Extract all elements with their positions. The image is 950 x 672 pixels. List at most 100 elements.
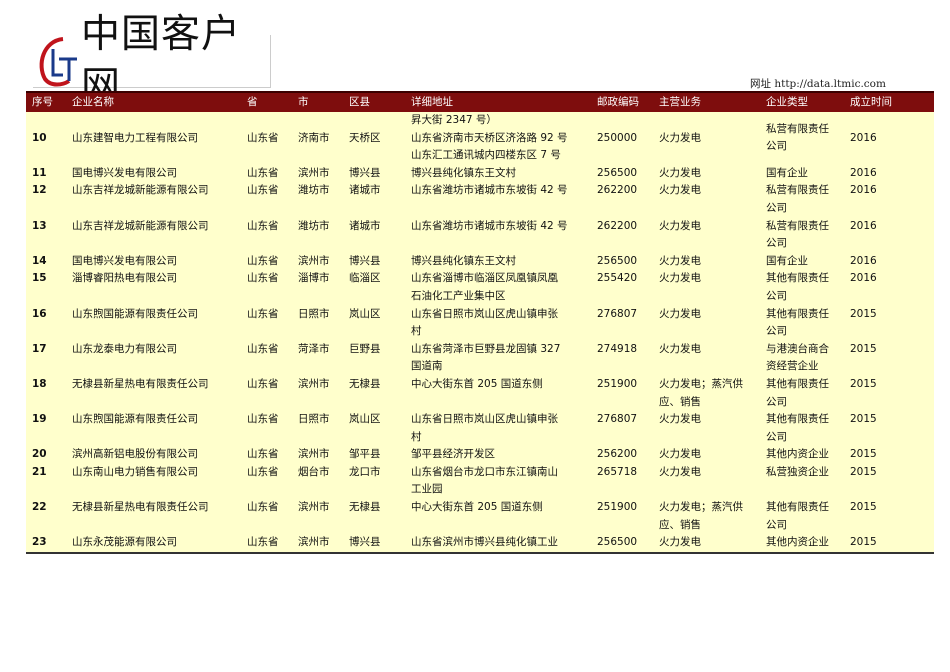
cell-city: 滨州市 [298, 536, 330, 549]
cell-county: 无棣县 [349, 501, 381, 514]
cell-type: 其他有限责任 公司 [766, 377, 829, 408]
cell-type: 私营有限责任 公司 [766, 122, 829, 153]
cell-zip: 265718 [597, 465, 638, 478]
column-header: 主营业务 [659, 95, 701, 108]
cell-county: 博兴县 [349, 536, 381, 549]
cell-county: 天桥区 [349, 131, 381, 144]
cell-biz: 火力发电 [659, 413, 701, 426]
website-url: 网址 http://data.ltmic.com [750, 78, 886, 90]
cell-year: 2016 [850, 166, 877, 179]
table-row: 11 国电博兴发电有限公司 山东省 滨州市 博兴县 博兴县纯化镇东王文村 256500 火力发… [26, 165, 934, 183]
cell-addr: 博兴县纯化镇东王文村 [411, 254, 516, 267]
column-header: 省 [247, 95, 258, 108]
cell-biz: 火力发电 [659, 131, 701, 144]
table-row: 18 无棣县新星热电有限责任公司 山东省 滨州市 无棣县 中心大街东首 205 国道东侧 2… [26, 376, 934, 411]
cell-name: 山东龙泰电力有限公司 [72, 342, 177, 355]
cell-prov: 山东省 [247, 184, 279, 197]
cell-county: 岚山区 [349, 413, 381, 426]
table-header: 序号 企业名称 省 市 区县 详细地址 邮政编码 主营业务 企业类型 成立时间 [26, 92, 934, 112]
cell-zip: 274918 [597, 342, 638, 355]
cell-prov: 山东省 [247, 254, 279, 267]
cell-city: 潍坊市 [298, 184, 330, 197]
cell-year: 2015 [850, 536, 877, 549]
cell-year: 2015 [850, 413, 877, 426]
cell-zip: 256500 [597, 536, 638, 549]
cell-name: 淄博睿阳热电有限公司 [72, 272, 177, 285]
cell-year: 2016 [850, 219, 877, 232]
cell-name: 山东南山电力销售有限公司 [72, 465, 198, 478]
cell-zip: 276807 [597, 307, 638, 320]
cell-prov: 山东省 [247, 501, 279, 514]
cell-addr: 山东省菏泽市巨野县龙固镇 327 国道南 [411, 342, 561, 373]
cell-zip: 262200 [597, 184, 638, 197]
cell-city: 滨州市 [298, 166, 330, 179]
cell-zip: 255420 [597, 272, 638, 285]
cell-prov: 山东省 [247, 448, 279, 461]
table-row: 17 山东龙泰电力有限公司 山东省 菏泽市 巨野县 山东省菏泽市巨野县龙固镇 327 国道… [26, 341, 934, 376]
table-row: 13 山东吉祥龙城新能源有限公司 山东省 潍坊市 诸城市 山东省潍坊市诸城市东坡街 42 … [26, 218, 934, 253]
cell-name: 国电博兴发电有限公司 [72, 166, 177, 179]
cell-biz: 火力发电；蒸汽供 应、销售 [659, 501, 743, 531]
cell-city: 日照市 [298, 413, 330, 426]
cell-prov: 山东省 [247, 377, 279, 390]
cell-county: 诸城市 [349, 184, 381, 197]
cell-no: 23 [32, 536, 47, 549]
company-table: 序号 企业名称 省 市 区县 详细地址 邮政编码 主营业务 企业类型 成立时间 10 山东建智电力工… [26, 91, 934, 554]
cell-year: 2016 [850, 272, 877, 285]
cell-name: 山东吉祥龙城新能源有限公司 [72, 219, 209, 232]
cell-zip: 251900 [597, 501, 638, 514]
cell-name: 国电博兴发电有限公司 [72, 254, 177, 267]
cell-county: 临淄区 [349, 272, 381, 285]
cell-year: 2015 [850, 465, 877, 478]
cell-no: 10 [32, 131, 47, 144]
cell-no: 22 [32, 501, 47, 514]
logo-mark-icon [33, 35, 81, 87]
cell-name: 山东建智电力工程有限公司 [72, 131, 198, 144]
column-header: 企业类型 [766, 95, 808, 108]
cell-type: 其他有限责任 公司 [766, 307, 829, 338]
table-row: 16 山东煦国能源有限责任公司 山东省 日照市 岚山区 山东省日照市岚山区虎山镇申张 村 2… [26, 306, 934, 341]
cell-county: 邹平县 [349, 448, 381, 461]
cell-no: 19 [32, 413, 47, 426]
cell-type: 其他有限责任 公司 [766, 272, 829, 302]
cell-city: 淄博市 [298, 272, 330, 285]
cell-city: 潍坊市 [298, 219, 330, 232]
column-header: 序号 [32, 95, 53, 108]
cell-city: 烟台市 [298, 465, 330, 478]
cell-county: 无棣县 [349, 377, 381, 390]
table-row: 12 山东吉祥龙城新能源有限公司 山东省 潍坊市 诸城市 山东省潍坊市诸城市东坡街 42 … [26, 182, 934, 217]
cell-biz: 火力发电 [659, 272, 701, 285]
cell-biz: 火力发电 [659, 254, 701, 267]
cell-type: 国有企业 [766, 166, 808, 179]
cell-addr: 中心大街东首 205 国道东侧 [411, 377, 543, 390]
cell-addr: 山东省潍坊市诸城市东坡街 42 号 [411, 184, 568, 197]
cell-prov: 山东省 [247, 272, 279, 285]
table-row: 21 山东南山电力销售有限公司 山东省 烟台市 龙口市 山东省烟台市龙口市东江镇南山 工业… [26, 464, 934, 499]
cell-no: 15 [32, 272, 47, 285]
column-header: 详细地址 [411, 95, 453, 108]
cell-county: 博兴县 [349, 254, 381, 267]
cell-prov: 山东省 [247, 219, 279, 232]
cell-biz: 火力发电 [659, 536, 701, 549]
cell-county: 巨野县 [349, 342, 381, 355]
cell-no: 11 [32, 166, 47, 179]
column-header: 市 [298, 95, 309, 108]
cell-biz: 火力发电 [659, 465, 701, 478]
cell-year: 2015 [850, 377, 877, 390]
cell-no: 18 [32, 377, 47, 390]
cell-year: 2016 [850, 184, 877, 197]
cell-city: 菏泽市 [298, 342, 330, 355]
cell-addr: 山东省滨州市博兴县纯化镇工业 [411, 536, 558, 549]
cell-addr: 山东省日照市岚山区虎山镇申张 村 [411, 307, 558, 338]
cell-type: 其他有限责任 公司 [766, 413, 829, 443]
cell-no: 13 [32, 219, 47, 232]
column-header: 成立时间 [850, 95, 892, 108]
cell-biz: 火力发电；蒸汽供 应、销售 [659, 377, 743, 408]
cell-biz: 火力发电 [659, 342, 701, 355]
table-row: 10 山东建智电力工程有限公司 山东省 济南市 天桥区 昇大街 2347 号） 山东省济南… [26, 112, 934, 165]
cell-no: 17 [32, 342, 47, 355]
cell-biz: 火力发电 [659, 448, 701, 461]
cell-zip: 250000 [597, 131, 638, 144]
column-header: 邮政编码 [597, 95, 639, 108]
cell-zip: 256200 [597, 448, 638, 461]
